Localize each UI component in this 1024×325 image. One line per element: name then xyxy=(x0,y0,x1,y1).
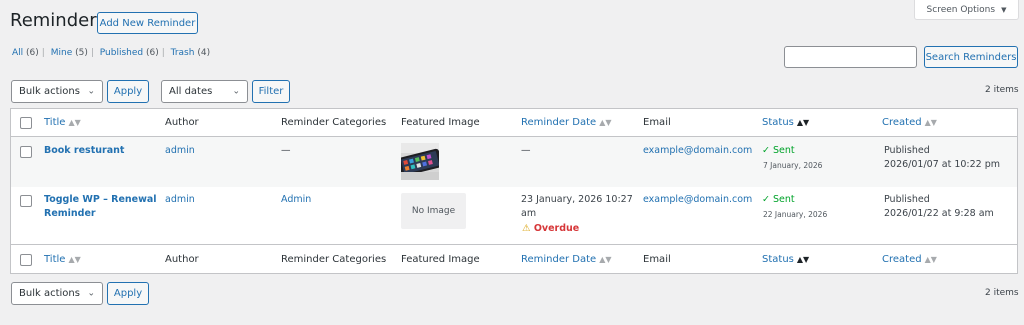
view-filters: All (6) | Mine (5) | Published (6) | Trash … xyxy=(12,48,211,58)
row-checkbox[interactable] xyxy=(20,195,32,207)
sort-icon: ▲▼ xyxy=(68,255,81,264)
search-input[interactable] xyxy=(784,46,917,68)
view-trash-link[interactable]: Trash xyxy=(171,48,195,58)
status-sent-label: ✓ Sent xyxy=(762,145,795,156)
view-published-count: (6) xyxy=(146,48,159,58)
row-reminder-date: — xyxy=(521,145,531,156)
column-status-header[interactable]: Status ▲▼ xyxy=(762,117,809,128)
row-email-link[interactable]: example@domain.com xyxy=(643,193,752,207)
column-author-footer: Author xyxy=(165,254,199,265)
row-reminder-date: 23 January, 2026 10:27 am xyxy=(521,194,633,219)
column-featured-image-footer: Featured Image xyxy=(401,254,480,265)
table-header xyxy=(11,109,1017,137)
select-all-checkbox-footer[interactable] xyxy=(20,254,32,266)
view-mine-link[interactable]: Mine xyxy=(51,48,73,58)
column-categories-header: Reminder Categories xyxy=(281,117,387,128)
row-categories: — xyxy=(281,145,291,156)
view-mine-count: (5) xyxy=(75,48,88,58)
row-author-link[interactable]: admin xyxy=(165,144,195,158)
bulk-actions-value: Bulk actions xyxy=(19,86,80,97)
chevron-down-icon: ⌄ xyxy=(87,288,95,298)
caret-down-icon: ▼ xyxy=(1001,5,1007,14)
search-reminders-button[interactable]: Search Reminders xyxy=(924,46,1018,68)
screen-options-label: Screen Options xyxy=(926,4,996,15)
sort-icon: ▲▼ xyxy=(924,255,937,264)
row-category-link[interactable]: Admin xyxy=(281,193,311,207)
column-reminder-date-footer[interactable]: Reminder Date ▲▼ xyxy=(521,254,612,265)
row-email-link[interactable]: example@domain.com xyxy=(643,144,752,158)
created-date: 2026/01/07 at 10:22 pm xyxy=(884,159,1001,170)
featured-image-thumbnail[interactable] xyxy=(401,143,439,180)
view-trash-count: (4) xyxy=(197,48,211,58)
column-created-footer[interactable]: Created ▲▼ xyxy=(882,254,937,265)
add-new-reminder-button[interactable]: Add New Reminder xyxy=(97,12,198,34)
view-published-link[interactable]: Published xyxy=(100,48,143,58)
screen-options-button[interactable]: Screen Options ▼ xyxy=(914,0,1019,20)
sort-icon: ▲▼ xyxy=(924,118,937,127)
row-title-link[interactable]: Book resturant xyxy=(44,144,124,158)
column-email-header: Email xyxy=(643,117,671,128)
view-all-count: (6) xyxy=(26,48,39,58)
table-row xyxy=(11,187,1017,245)
created-status: Published xyxy=(884,194,930,205)
overdue-indicator: ⚠ Overdue xyxy=(522,223,580,234)
no-image-placeholder: No Image xyxy=(401,193,466,229)
items-count-top: 2 items xyxy=(985,85,1019,95)
phone-image-icon xyxy=(401,143,439,180)
row-checkbox[interactable] xyxy=(20,146,32,158)
created-status: Published xyxy=(884,145,930,156)
page-title: Reminders xyxy=(10,10,106,31)
status-sent-date: 7 January, 2026 xyxy=(763,161,823,170)
status-sent-label: ✓ Sent xyxy=(762,194,795,205)
status-sent-date: 22 January, 2026 xyxy=(763,210,828,219)
column-status-footer[interactable]: Status ▲▼ xyxy=(762,254,809,265)
bulk-actions-select-top[interactable]: Bulk actions ⌄ xyxy=(11,80,103,103)
sort-icon: ▲▼ xyxy=(68,118,81,127)
column-featured-image-header: Featured Image xyxy=(401,117,480,128)
chevron-down-icon: ⌄ xyxy=(87,86,95,96)
column-email-footer: Email xyxy=(643,254,671,265)
sort-icon: ▲▼ xyxy=(599,118,612,127)
filter-button[interactable]: Filter xyxy=(252,80,290,103)
select-all-checkbox[interactable] xyxy=(20,117,32,129)
table-row xyxy=(11,137,1017,187)
bulk-actions-value: Bulk actions xyxy=(19,288,80,299)
dates-filter-value: All dates xyxy=(169,86,213,97)
items-count-bottom: 2 items xyxy=(985,288,1019,298)
sort-icon: ▲▼ xyxy=(599,255,612,264)
column-title-header[interactable]: Title ▲▼ xyxy=(44,117,81,128)
bulk-actions-select-bottom[interactable]: Bulk actions ⌄ xyxy=(11,282,103,305)
chevron-down-icon: ⌄ xyxy=(232,86,240,96)
sort-active-icon: ▲▼ xyxy=(796,118,810,127)
apply-button-bottom[interactable]: Apply xyxy=(107,282,149,305)
reminders-table: Title ▲▼ Author Reminder Categories Featu… xyxy=(10,108,1018,274)
view-all-link[interactable]: All xyxy=(12,48,23,58)
warning-icon: ⚠ xyxy=(522,223,531,234)
row-author-link[interactable]: admin xyxy=(165,193,195,207)
row-title-link[interactable]: Toggle WP – Renewal Reminder xyxy=(44,193,157,221)
column-reminder-date-header[interactable]: Reminder Date ▲▼ xyxy=(521,117,612,128)
dates-filter-select[interactable]: All dates ⌄ xyxy=(161,80,248,103)
column-author-header: Author xyxy=(165,117,199,128)
column-title-footer[interactable]: Title ▲▼ xyxy=(44,254,81,265)
apply-button-top[interactable]: Apply xyxy=(107,80,149,103)
created-date: 2026/01/22 at 9:28 am xyxy=(884,208,994,219)
column-categories-footer: Reminder Categories xyxy=(281,254,387,265)
sort-active-icon: ▲▼ xyxy=(796,255,810,264)
column-created-header[interactable]: Created ▲▼ xyxy=(882,117,937,128)
